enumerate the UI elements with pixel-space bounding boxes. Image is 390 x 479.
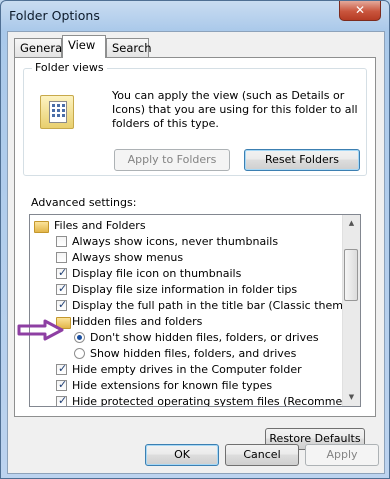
folder-options-window: Folder Options ✕ General View Search Fol…: [0, 0, 390, 479]
tab-general-label: General: [20, 41, 66, 55]
tree-folder-files-and-folders: Files and Folders: [30, 218, 344, 234]
list-item-label: Always show menus: [72, 251, 184, 264]
checkbox[interactable]: [56, 252, 67, 263]
annotation-arrow-icon: [17, 319, 64, 341]
radio-button[interactable]: [74, 332, 85, 343]
list-item-label: Hide extensions for known file types: [72, 379, 273, 392]
folder-view-icon: [40, 95, 74, 129]
vertical-scrollbar[interactable]: ▲ ▼: [342, 215, 360, 406]
tab-general[interactable]: General: [14, 38, 66, 57]
list-item-label: Files and Folders: [54, 219, 146, 232]
advanced-settings-list[interactable]: Files and Folders Always show icons, nev…: [29, 214, 361, 407]
list-item-label: Always show icons, never thumbnails: [72, 235, 279, 248]
folder-views-description: You can apply the view (such as Details …: [112, 89, 358, 130]
apply-to-folders-button[interactable]: Apply to Folders: [114, 149, 230, 171]
check-mark-icon: ✓: [58, 394, 68, 407]
list-item-display-file-icon[interactable]: ✓ Display file icon on thumbnails: [30, 266, 344, 282]
close-button[interactable]: ✕: [339, 1, 381, 21]
checkbox[interactable]: ✓: [56, 378, 68, 391]
tab-search-label: Search: [112, 41, 152, 55]
checkbox[interactable]: ✓: [56, 298, 68, 311]
cancel-button[interactable]: Cancel: [225, 444, 299, 466]
reset-folders-button[interactable]: Reset Folders: [244, 149, 360, 171]
scroll-down-arrow-icon[interactable]: ▼: [343, 389, 360, 406]
check-mark-icon: ✓: [58, 298, 68, 311]
list-item-label: Display file size information in folder …: [72, 283, 298, 296]
list-item-label: Hide protected operating system files (R…: [72, 395, 361, 407]
scroll-up-arrow-icon[interactable]: ▲: [343, 215, 360, 232]
checkbox[interactable]: ✓: [56, 266, 68, 279]
check-mark-icon: ✓: [58, 378, 68, 391]
view-tab-panel: Folder views You can apply the view (suc…: [14, 57, 376, 450]
list-item-display-file-size[interactable]: ✓ Display file size information in folde…: [30, 282, 344, 298]
title-bar[interactable]: Folder Options ✕: [1, 1, 389, 33]
list-item-show-hidden[interactable]: Show hidden files, folders, and drives: [30, 346, 344, 362]
list-item-label: Display the full path in the title bar (…: [72, 299, 361, 312]
list-item-always-show-icons[interactable]: Always show icons, never thumbnails: [30, 234, 344, 250]
list-item-label: Don't show hidden files, folders, or dri…: [90, 331, 319, 344]
dialog-client-area: General View Search Folder views You can…: [7, 31, 385, 474]
tab-view-label: View: [68, 38, 96, 52]
list-item-hide-empty-drives[interactable]: ✓ Hide empty drives in the Computer fold…: [30, 362, 344, 378]
check-mark-icon: ✓: [58, 362, 68, 375]
advanced-settings-label: Advanced settings:: [31, 196, 137, 209]
check-mark-icon: ✓: [58, 266, 68, 279]
checkbox[interactable]: ✓: [56, 394, 68, 407]
check-mark-icon: ✓: [58, 282, 68, 295]
ok-button[interactable]: OK: [145, 444, 219, 466]
checkbox[interactable]: ✓: [56, 362, 68, 375]
close-icon: ✕: [354, 3, 366, 17]
list-item-dont-show-hidden[interactable]: Don't show hidden files, folders, or dri…: [30, 330, 344, 346]
list-item-label: Hidden files and folders: [72, 315, 203, 328]
tree-folder-hidden-files: Hidden files and folders: [30, 314, 344, 330]
radio-dot: [77, 335, 82, 340]
folder-views-group: Folder views You can apply the view (suc…: [23, 61, 367, 176]
tab-search[interactable]: Search: [106, 38, 152, 57]
list-item-hide-extensions[interactable]: ✓ Hide extensions for known file types: [30, 378, 344, 394]
window-title: Folder Options: [9, 8, 100, 23]
checkbox[interactable]: ✓: [56, 282, 68, 295]
list-item-display-full-path[interactable]: ✓ Display the full path in the title bar…: [30, 298, 360, 314]
list-item-label: Display file icon on thumbnails: [72, 267, 242, 280]
folder-icon: [34, 221, 49, 233]
list-item-hide-protected-files[interactable]: ✓ Hide protected operating system files …: [30, 394, 360, 407]
checkbox[interactable]: [56, 236, 67, 247]
tab-view[interactable]: View: [62, 35, 106, 58]
list-item-label: Show hidden files, folders, and drives: [90, 347, 297, 360]
scrollbar-thumb[interactable]: [344, 249, 358, 301]
apply-button[interactable]: Apply: [305, 444, 379, 466]
list-item-label: Hide empty drives in the Computer folder: [72, 363, 302, 376]
list-item-always-show-menus[interactable]: Always show menus: [30, 250, 344, 266]
folder-views-legend: Folder views: [32, 61, 107, 74]
radio-button[interactable]: [74, 348, 85, 359]
